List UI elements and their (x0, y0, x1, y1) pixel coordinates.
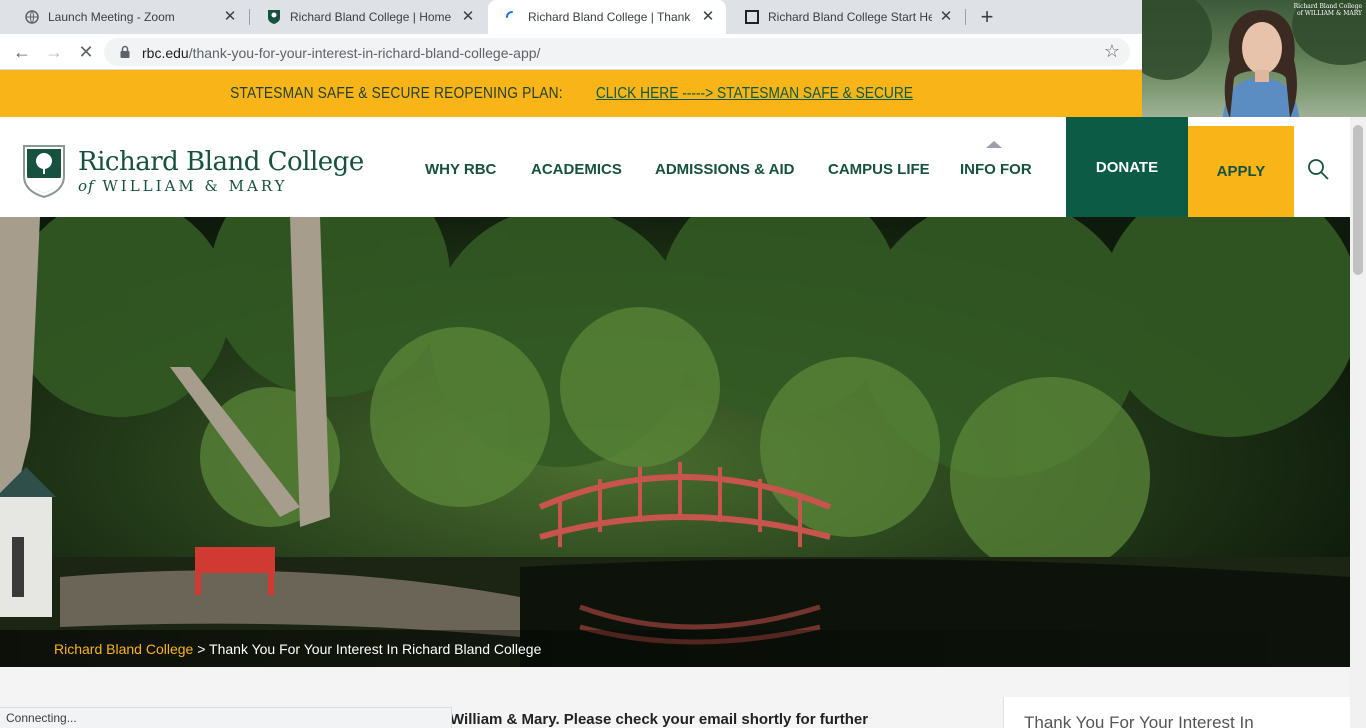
caret-up-icon (986, 141, 1002, 148)
tab-title: Launch Meeting - Zoom (48, 10, 175, 24)
lock-icon (120, 45, 130, 58)
breadcrumb-current: Thank You For Your Interest In Richard B… (209, 641, 542, 657)
url-path: /thank-you-for-your-interest-in-richard-… (188, 45, 541, 61)
rbc-shield-icon (266, 9, 282, 25)
main-body-text: William & Mary. Please check your email … (450, 711, 869, 728)
logo-subtitle: of WILLIAM & MARY (78, 177, 364, 195)
url-host: rbc.edu (142, 45, 189, 61)
close-tab-icon[interactable]: ✕ (222, 9, 238, 25)
site-header: Richard Bland College of WILLIAM & MARY … (0, 117, 1350, 217)
tab-separator (965, 9, 966, 25)
search-icon[interactable] (1306, 157, 1330, 181)
logo-of: of (78, 177, 95, 195)
globe-icon (24, 9, 40, 25)
stop-loading-icon[interactable]: ✕ (74, 40, 98, 64)
scrollbar-thumb[interactable] (1353, 125, 1363, 275)
tab-rbc-start-here[interactable]: Richard Bland College Start Here ✕ (728, 0, 964, 34)
video-caption: Richard Bland College of WILLIAM & MARY (1294, 3, 1362, 17)
nav-why-rbc[interactable]: WHY RBC (425, 161, 496, 178)
donate-button[interactable]: DONATE (1066, 117, 1188, 217)
tab-zoom-meeting[interactable]: Launch Meeting - Zoom ✕ (8, 0, 248, 34)
rbc-shield-icon (23, 145, 65, 198)
screen: Launch Meeting - Zoom ✕ Richard Bland Co… (0, 0, 1366, 728)
participant-video (1222, 10, 1300, 126)
tab-rbc-home[interactable]: Richard Bland College | Home Pa ✕ (250, 0, 486, 34)
breadcrumb: Richard Bland College > Thank You For Yo… (54, 641, 541, 657)
hero-garden-image (0, 217, 1350, 667)
close-tab-icon[interactable]: ✕ (938, 9, 954, 25)
tab-title: Richard Bland College | Home Pa (290, 10, 454, 24)
site-logo[interactable]: Richard Bland College of WILLIAM & MARY (22, 144, 364, 198)
logo-wm: WILLIAM & MARY (102, 177, 288, 195)
tab-rbc-thank-you[interactable]: Richard Bland College | Thank Yo ✕ (488, 0, 726, 34)
status-bar: Connecting... (0, 707, 452, 728)
browser-toolbar: ← → ✕ rbc.edu/thank-you-for-your-interes… (0, 34, 1142, 70)
browser-tab-strip: Launch Meeting - Zoom ✕ Richard Bland Co… (0, 0, 1142, 34)
new-tab-button[interactable]: + (976, 6, 998, 28)
alert-link[interactable]: CLICK HERE -----> STATESMAN SAFE & SECUR… (596, 85, 913, 103)
apply-button[interactable]: APPLY (1188, 126, 1294, 217)
logo-name: Richard Bland College (78, 147, 364, 177)
url-text: rbc.edu/thank-you-for-your-interest-in-r… (142, 45, 540, 61)
back-arrow-icon[interactable]: ← (10, 40, 34, 64)
caption-line-2: of WILLIAM & MARY (1296, 10, 1362, 17)
page-icon (744, 9, 760, 25)
tab-title: Richard Bland College Start Here (768, 10, 932, 24)
tab-title: Richard Bland College | Thank Yo (528, 10, 694, 24)
close-tab-icon[interactable]: ✕ (460, 9, 476, 25)
address-bar[interactable]: rbc.edu/thank-you-for-your-interest-in-r… (104, 38, 1130, 66)
alert-label: STATESMAN SAFE & SECURE REOPENING PLAN: (230, 84, 563, 102)
caption-line-1: Richard Bland College (1293, 3, 1362, 10)
nav-campus-life[interactable]: CAMPUS LIFE (828, 161, 930, 178)
video-call-overlay: Richard Bland College of WILLIAM & MARY (1142, 0, 1366, 126)
page-scrollbar[interactable] (1350, 117, 1366, 728)
bookmark-star-icon[interactable]: ☆ (1104, 41, 1120, 62)
loading-spinner-icon (504, 9, 520, 25)
nav-admissions-aid[interactable]: ADMISSIONS & AID (655, 161, 794, 178)
sidebar-title: Thank You For Your Interest In (1024, 713, 1254, 728)
forward-arrow-icon[interactable]: → (42, 40, 66, 64)
nav-academics[interactable]: ACADEMICS (531, 161, 622, 178)
nav-info-for[interactable]: INFO FOR (960, 161, 1032, 178)
reopening-alert-banner: STATESMAN SAFE & SECURE REOPENING PLAN: … (0, 70, 1142, 117)
breadcrumb-home-link[interactable]: Richard Bland College (54, 641, 193, 657)
breadcrumb-separator: > (197, 641, 206, 657)
close-tab-icon[interactable]: ✕ (700, 9, 716, 25)
